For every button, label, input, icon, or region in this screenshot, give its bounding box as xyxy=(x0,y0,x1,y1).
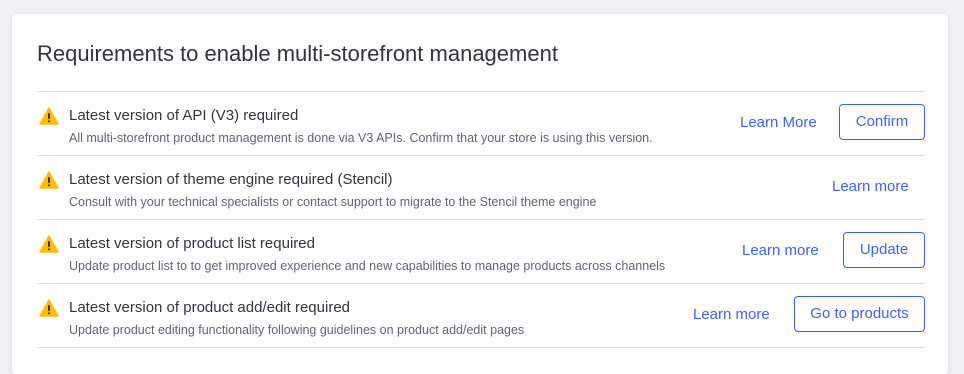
requirements-list: Latest version of API (V3) required All … xyxy=(37,91,925,348)
learn-more-link[interactable]: Learn more xyxy=(693,306,770,323)
warning-icon xyxy=(39,299,59,317)
learn-more-link[interactable]: Learn more xyxy=(742,242,819,259)
requirement-description: Update product list to to get improved e… xyxy=(69,259,666,273)
requirement-title: Latest version of product add/edit requi… xyxy=(69,299,351,316)
learn-more-link[interactable]: Learn more xyxy=(832,178,909,195)
requirement-row-product-list: Latest version of product list required … xyxy=(37,219,925,283)
requirement-row-api: Latest version of API (V3) required All … xyxy=(37,91,925,155)
go-to-products-button[interactable]: Go to products xyxy=(794,296,925,332)
requirement-description: Consult with your technical specialists … xyxy=(69,195,597,209)
requirement-row-product-add-edit: Latest version of product add/edit requi… xyxy=(37,283,925,348)
warning-icon xyxy=(39,171,59,189)
confirm-button[interactable]: Confirm xyxy=(839,104,925,140)
requirement-description: Update product editing functionality fol… xyxy=(69,323,525,337)
requirement-title: Latest version of API (V3) required xyxy=(69,107,299,124)
warning-icon xyxy=(39,235,59,253)
requirement-title: Latest version of theme engine required … xyxy=(69,171,393,188)
requirements-card: Requirements to enable multi-storefront … xyxy=(12,14,948,374)
page-title: Requirements to enable multi-storefront … xyxy=(37,41,558,66)
requirement-title: Latest version of product list required xyxy=(69,235,315,252)
requirement-description: All multi-storefront product management … xyxy=(69,131,653,145)
requirement-row-theme-engine: Latest version of theme engine required … xyxy=(37,155,925,219)
update-button[interactable]: Update xyxy=(843,232,925,268)
warning-icon xyxy=(39,107,59,125)
learn-more-link[interactable]: Learn More xyxy=(740,114,817,131)
